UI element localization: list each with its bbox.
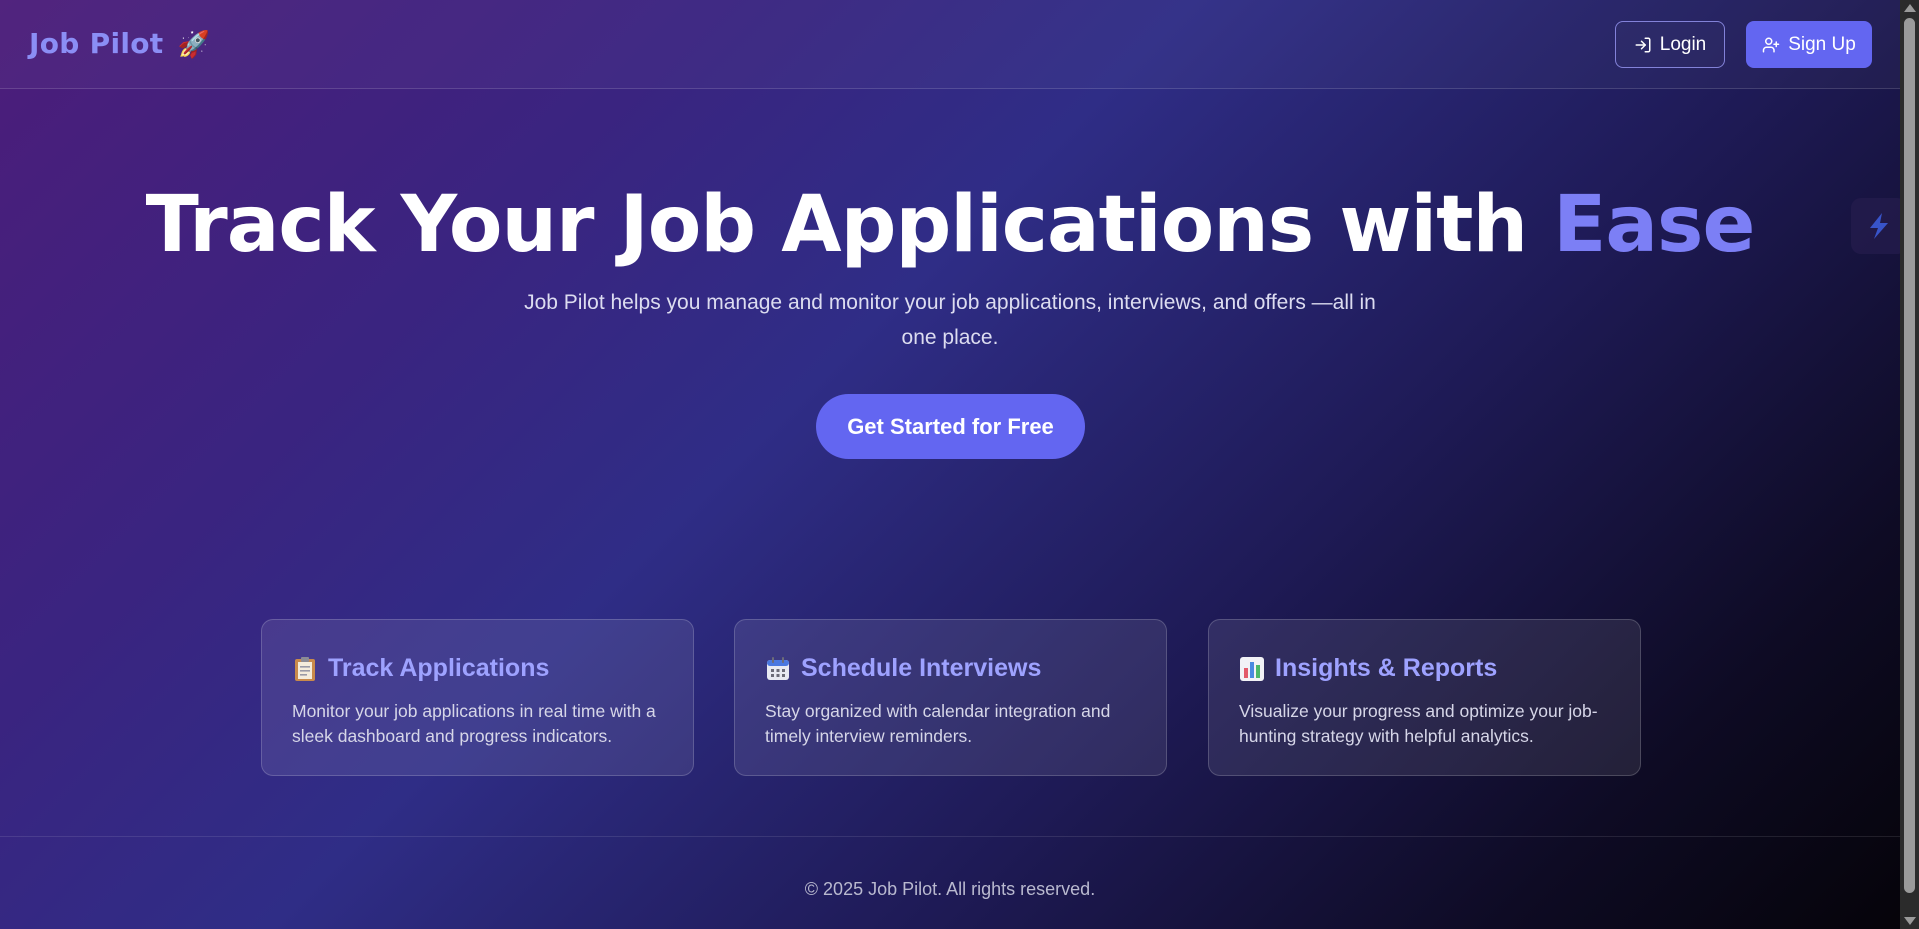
scroll-up-arrow-icon[interactable]: [1904, 4, 1916, 12]
feature-description: Monitor your job applications in real ti…: [292, 701, 656, 746]
brand-name: Job Pilot: [29, 27, 164, 60]
calendar-icon: [765, 656, 791, 682]
brand-logo[interactable]: Job Pilot 🚀: [29, 27, 210, 60]
bar-chart-icon: [1239, 656, 1265, 682]
signup-label: Sign Up: [1788, 33, 1856, 55]
scroll-down-arrow-icon[interactable]: [1904, 917, 1916, 925]
signup-button[interactable]: Sign Up: [1746, 21, 1872, 68]
feature-title: Track Applications: [328, 654, 550, 682]
landing-page: Job Pilot 🚀 Login Sign Up Track Your Job…: [0, 0, 1907, 929]
vertical-scrollbar[interactable]: [1900, 0, 1919, 929]
side-widget-button[interactable]: [1851, 198, 1907, 254]
footer: © 2025 Job Pilot. All rights reserved.: [0, 836, 1900, 929]
hero-subtitle: Job Pilot helps you manage and monitor y…: [524, 291, 1376, 349]
feature-title: Schedule Interviews: [801, 654, 1042, 682]
scroll-thumb[interactable]: [1904, 18, 1915, 893]
feature-card-title-row: Insights & Reports: [1239, 654, 1610, 683]
login-button[interactable]: Login: [1615, 21, 1725, 68]
feature-card-track: Track Applications Monitor your job appl…: [261, 619, 694, 776]
feature-description: Visualize your progress and optimize you…: [1239, 701, 1598, 746]
feature-title: Insights & Reports: [1275, 654, 1498, 682]
login-icon: [1635, 37, 1651, 52]
hero-title: Track Your Job Applications with Ease: [0, 180, 1900, 270]
rocket-icon: 🚀: [177, 30, 211, 60]
hero-title-main: Track Your Job Applications with: [145, 180, 1554, 270]
feature-card-title-row: Track Applications: [292, 654, 663, 683]
top-navbar: Job Pilot 🚀 Login Sign Up: [0, 0, 1900, 89]
copyright-text: © 2025 Job Pilot. All rights reserved.: [804, 879, 1096, 899]
user-plus-icon: [1762, 37, 1780, 52]
lightning-icon: [1870, 213, 1888, 239]
feature-card-insights: Insights & Reports Visualize your progre…: [1208, 619, 1641, 776]
feature-description: Stay organized with calendar integration…: [765, 701, 1111, 746]
clipboard-icon: [292, 656, 318, 682]
feature-card-schedule: Schedule Interviews Stay organized with …: [734, 619, 1167, 776]
get-started-button[interactable]: Get Started for Free: [816, 394, 1085, 459]
hero-title-accent: Ease: [1553, 180, 1755, 270]
feature-card-title-row: Schedule Interviews: [765, 654, 1136, 683]
login-label: Login: [1659, 33, 1707, 55]
